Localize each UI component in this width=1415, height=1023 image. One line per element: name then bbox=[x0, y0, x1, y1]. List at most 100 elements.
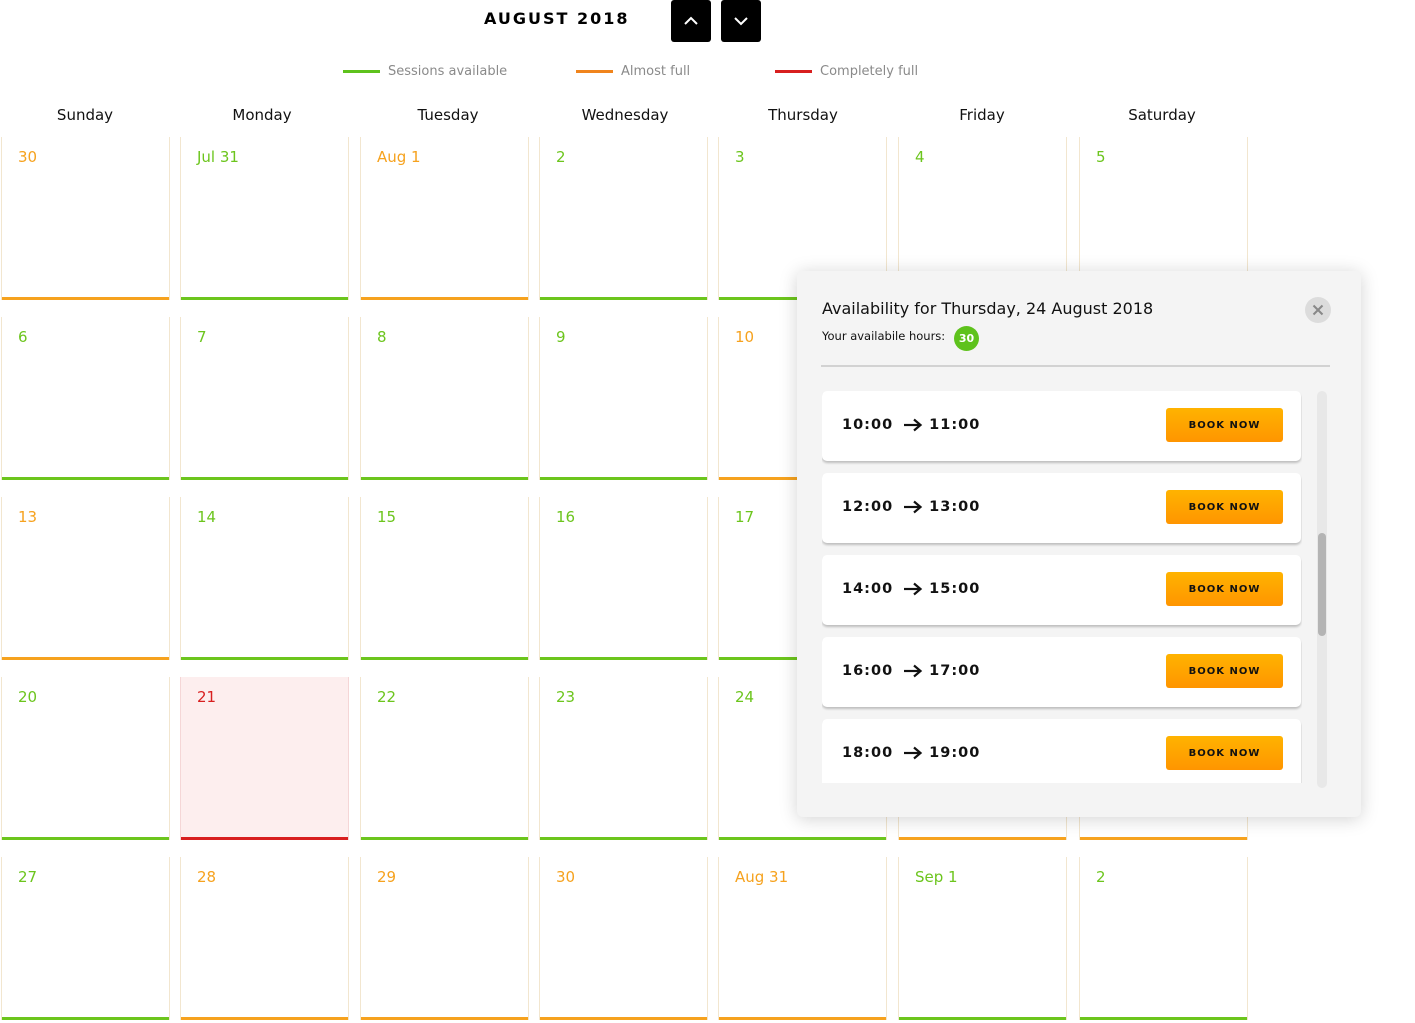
calendar-day-cell[interactable]: 28 bbox=[180, 857, 349, 1020]
availability-bar bbox=[899, 1017, 1066, 1020]
slot-end-time: 13:00 bbox=[929, 499, 981, 515]
day-number: 3 bbox=[735, 148, 745, 166]
calendar-day-cell[interactable]: 21 bbox=[180, 677, 349, 840]
day-number: 6 bbox=[18, 328, 28, 346]
availability-bar bbox=[2, 837, 169, 840]
slot-end-time: 19:00 bbox=[929, 745, 981, 761]
calendar-day-cell[interactable]: 20 bbox=[1, 677, 170, 840]
availability-bar bbox=[1080, 1017, 1247, 1020]
availability-bar bbox=[719, 1017, 886, 1020]
slot-time: 14:00 15:00 bbox=[842, 581, 980, 597]
day-number: 5 bbox=[1096, 148, 1106, 166]
calendar-day-cell[interactable]: 13 bbox=[1, 497, 170, 660]
availability-bar bbox=[181, 1017, 348, 1020]
availability-bar bbox=[181, 837, 348, 840]
day-number: 28 bbox=[197, 868, 217, 886]
calendar-day-cell[interactable]: 27 bbox=[1, 857, 170, 1020]
availability-bar bbox=[899, 837, 1066, 840]
day-number: 30 bbox=[18, 148, 38, 166]
day-number: 10 bbox=[735, 328, 755, 346]
available-hours-badge: 30 bbox=[954, 326, 979, 351]
day-number: 29 bbox=[377, 868, 397, 886]
availability-bar bbox=[540, 297, 707, 300]
availability-bar bbox=[1080, 837, 1247, 840]
availability-bar bbox=[361, 837, 528, 840]
arrow-right-icon bbox=[903, 500, 923, 514]
month-title: AUGUST 2018 bbox=[484, 9, 630, 28]
legend-item-almost-full: Almost full bbox=[576, 64, 690, 79]
calendar-day-cell[interactable]: 8 bbox=[360, 317, 529, 480]
day-number: 9 bbox=[556, 328, 566, 346]
calendar-day-cell[interactable]: 29 bbox=[360, 857, 529, 1020]
availability-bar bbox=[540, 837, 707, 840]
legend-label: Sessions available bbox=[388, 64, 508, 79]
availability-bar bbox=[2, 1017, 169, 1020]
book-now-button[interactable]: BOOK NOW bbox=[1166, 408, 1283, 442]
day-number: 20 bbox=[18, 688, 38, 706]
arrow-right-icon bbox=[903, 664, 923, 678]
availability-bar bbox=[361, 657, 528, 660]
calendar-day-cell[interactable]: 23 bbox=[539, 677, 708, 840]
slot-start-time: 18:00 bbox=[842, 745, 894, 761]
calendar-day-cell[interactable]: Aug 1 bbox=[360, 137, 529, 300]
day-number: 17 bbox=[735, 508, 755, 526]
calendar-day-cell[interactable]: 2 bbox=[1079, 857, 1248, 1020]
calendar-day-cell[interactable]: 30 bbox=[539, 857, 708, 1020]
day-number: Jul 31 bbox=[197, 148, 239, 166]
book-now-button[interactable]: BOOK NOW bbox=[1166, 654, 1283, 688]
day-number: 24 bbox=[735, 688, 755, 706]
popup-divider bbox=[821, 365, 1330, 367]
slot-end-time: 15:00 bbox=[929, 581, 981, 597]
weekday-sunday: Sunday bbox=[56, 106, 114, 124]
availability-bar bbox=[2, 477, 169, 480]
slot-list-scrollbar[interactable] bbox=[1317, 391, 1327, 788]
availability-bar bbox=[361, 1017, 528, 1020]
book-now-button[interactable]: BOOK NOW bbox=[1166, 490, 1283, 524]
previous-month-button[interactable] bbox=[671, 0, 711, 42]
availability-bar bbox=[540, 477, 707, 480]
calendar-day-cell[interactable]: 9 bbox=[539, 317, 708, 480]
calendar-day-cell[interactable]: 14 bbox=[180, 497, 349, 660]
legend-swatch-almost-full bbox=[576, 70, 613, 73]
availability-bar bbox=[719, 837, 886, 840]
legend-swatch-available bbox=[343, 70, 380, 73]
next-month-button[interactable] bbox=[721, 0, 761, 42]
slot-end-time: 11:00 bbox=[929, 417, 981, 433]
slot-start-time: 16:00 bbox=[842, 663, 894, 679]
calendar-day-cell[interactable]: 30 bbox=[1, 137, 170, 300]
day-number: Sep 1 bbox=[915, 868, 958, 886]
calendar-day-cell[interactable]: Jul 31 bbox=[180, 137, 349, 300]
arrow-right-icon bbox=[903, 582, 923, 596]
book-now-button[interactable]: BOOK NOW bbox=[1166, 572, 1283, 606]
calendar-day-cell[interactable]: 22 bbox=[360, 677, 529, 840]
slot-time: 12:00 13:00 bbox=[842, 499, 980, 515]
calendar-day-cell[interactable]: Aug 31 bbox=[718, 857, 887, 1020]
day-number: 16 bbox=[556, 508, 576, 526]
slot-start-time: 10:00 bbox=[842, 417, 894, 433]
calendar-day-cell[interactable]: 15 bbox=[360, 497, 529, 660]
book-now-button[interactable]: BOOK NOW bbox=[1166, 736, 1283, 770]
legend-label: Completely full bbox=[820, 64, 919, 79]
available-hours-label: Your availabile hours: bbox=[822, 329, 946, 343]
calendar-day-cell[interactable]: 7 bbox=[180, 317, 349, 480]
calendar-day-cell[interactable]: Sep 1 bbox=[898, 857, 1067, 1020]
legend-label: Almost full bbox=[621, 64, 691, 79]
availability-bar bbox=[181, 657, 348, 660]
calendar-day-cell[interactable]: 16 bbox=[539, 497, 708, 660]
day-number: 8 bbox=[377, 328, 387, 346]
close-button[interactable] bbox=[1305, 297, 1331, 323]
weekday-thursday: Thursday bbox=[768, 106, 838, 124]
time-slot: 14:00 15:00 BOOK NOW bbox=[822, 555, 1301, 625]
calendar-day-cell[interactable]: 2 bbox=[539, 137, 708, 300]
availability-bar bbox=[540, 1017, 707, 1020]
chevron-down-icon bbox=[734, 17, 748, 26]
availability-bar bbox=[181, 477, 348, 480]
scrollbar-thumb[interactable] bbox=[1318, 533, 1326, 636]
day-number: 2 bbox=[556, 148, 566, 166]
legend-swatch-completely-full bbox=[775, 70, 812, 73]
day-number: Aug 1 bbox=[377, 148, 421, 166]
availability-bar bbox=[2, 657, 169, 660]
slot-time: 16:00 17:00 bbox=[842, 663, 980, 679]
calendar-day-cell[interactable]: 6 bbox=[1, 317, 170, 480]
slot-time: 18:00 19:00 bbox=[842, 745, 980, 761]
